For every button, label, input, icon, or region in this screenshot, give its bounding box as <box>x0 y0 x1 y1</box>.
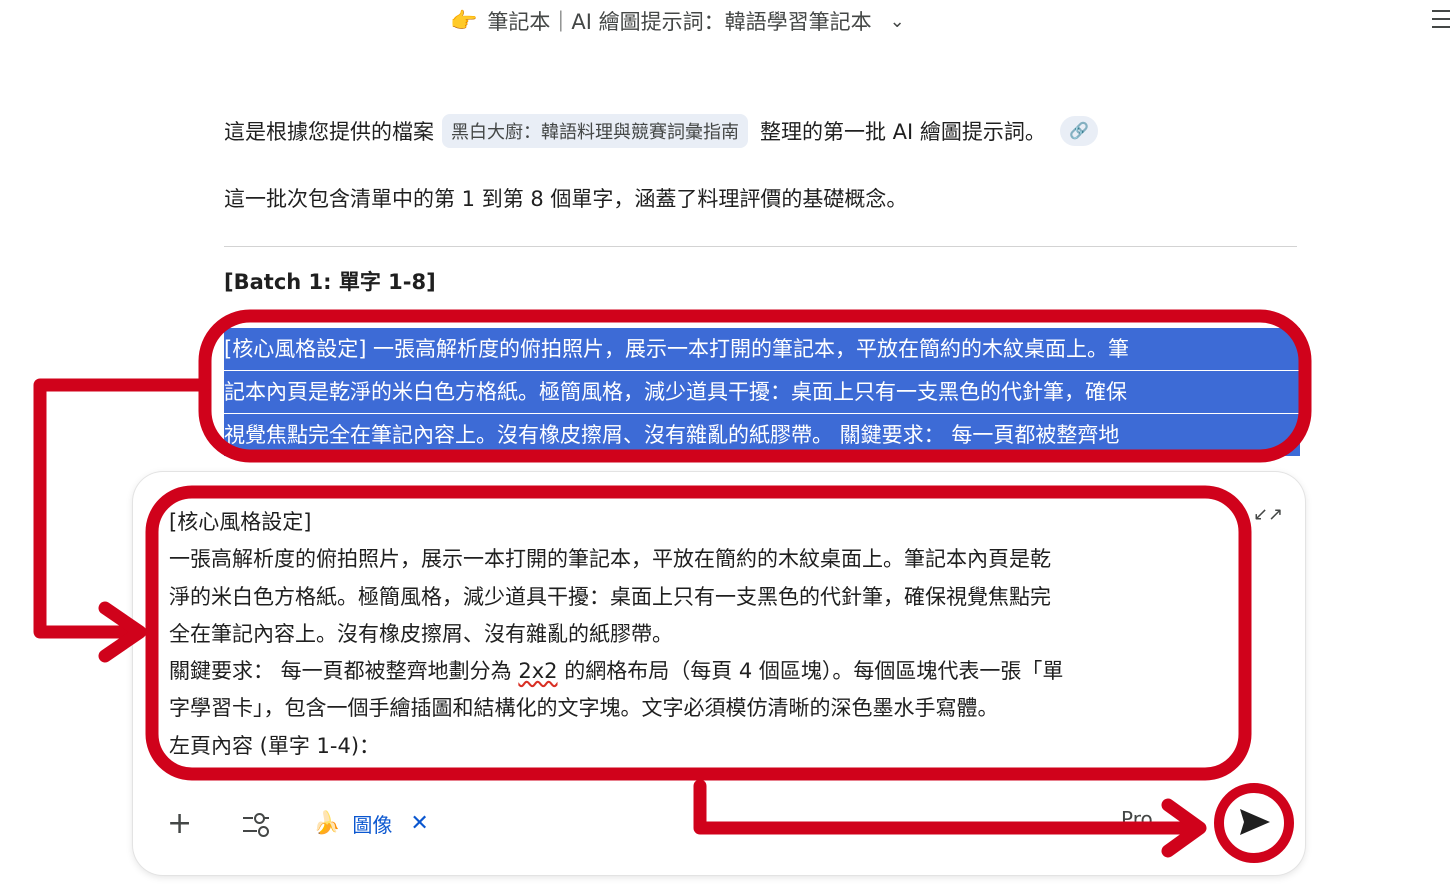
intro-text-after: 整理的第一批 AI 繪圖提示詞。 <box>760 120 1046 144</box>
source-file-chip[interactable]: 黑白大廚：韓語料理與競賽詞彙指南 <box>442 114 748 148</box>
response-line-2: 這一批次包含清單中的第 1 到第 8 個單字，涵蓋了料理評價的基礎概念。 <box>224 187 908 211</box>
pointing-hand-icon: 👉 <box>450 8 478 34</box>
menu-icon[interactable] <box>1428 6 1450 32</box>
divider <box>224 246 1297 247</box>
tools-icon[interactable] <box>243 811 269 837</box>
response-intro: 這是根據您提供的檔案 黑白大廚：韓語料理與競賽詞彙指南 整理的第一批 AI 繪圖… <box>224 114 1098 148</box>
collapse-icon[interactable]: ↙↗ <box>1253 504 1283 525</box>
batch-heading: [Batch 1: 單字 1-8] <box>224 270 436 294</box>
prompt-line: 一張高解析度的俯拍照片，展示一本打開的筆記本，平放在簡約的木紋桌面上。筆記本內頁… <box>169 547 1051 572</box>
selected-line: 視覺焦點完全在筆記內容上。沒有橡皮擦屑、沒有雜亂的紙膠帶。 關鍵要求： 每一頁都… <box>224 414 1300 456</box>
notebook-title: 筆記本｜AI 繪圖提示詞：韓語學習筆記本 <box>487 10 872 34</box>
banana-icon: 🍌 <box>313 811 341 836</box>
prompt-line: 淨的米白色方格紙。極簡風格，減少道具干擾：桌面上只有一支黑色的代針筆，確保視覺焦… <box>169 584 1051 609</box>
add-button[interactable]: + <box>167 806 197 841</box>
top-header: 👉 筆記本｜AI 繪圖提示詞：韓語學習筆記本 ⌄ <box>0 0 1450 44</box>
image-tool-chip[interactable]: 🍌 圖像 ✕ <box>313 809 429 838</box>
close-icon[interactable]: ✕ <box>410 811 428 836</box>
prompt-line-part: 關鍵要求： 每一頁都被整齊地劃分為 <box>169 659 519 684</box>
prompt-line: 關鍵要求： 每一頁都被整齊地劃分為 2x2 的網格布局（每頁 4 個區塊）。每個… <box>169 653 1229 690</box>
prompt-line: 全在筆記內容上。沒有橡皮擦屑、沒有雜亂的紙膠帶。 <box>169 621 673 646</box>
notebook-title-button[interactable]: 👉 筆記本｜AI 繪圖提示詞：韓語學習筆記本 ⌄ <box>450 6 905 36</box>
model-selector[interactable]: Pro <box>1121 807 1153 831</box>
prompt-line-part: 的網格布局（每頁 4 個區塊）。每個區塊代表一張「單 <box>557 659 1064 684</box>
prompt-line: 左頁內容 (單字 1-4)： <box>169 733 381 758</box>
image-tool-label: 圖像 <box>352 813 393 837</box>
selected-prompt-text[interactable]: [核心風格設定] 一張高解析度的俯拍照片，展示一本打開的筆記本，平放在簡約的木紋… <box>224 328 1300 473</box>
selected-line: [核心風格設定] 一張高解析度的俯拍照片，展示一本打開的筆記本，平放在簡約的木紋… <box>224 328 1300 370</box>
prompt-input[interactable]: [核心風格設定] 一張高解析度的俯拍照片，展示一本打開的筆記本，平放在簡約的木紋… <box>169 504 1229 765</box>
send-icon <box>1240 809 1270 835</box>
prompt-input-box[interactable]: ↙↗ [核心風格設定] 一張高解析度的俯拍照片，展示一本打開的筆記本，平放在簡約… <box>133 472 1305 875</box>
intro-text-before: 這是根據您提供的檔案 <box>224 120 434 144</box>
selected-line: 記本內頁是乾淨的米白色方格紙。極簡風格，減少道具干擾：桌面上只有一支黑色的代針筆… <box>224 371 1300 413</box>
prompt-line: [核心風格設定] <box>169 510 312 534</box>
input-toolbar: + 🍌 圖像 ✕ <box>167 806 429 841</box>
send-button[interactable] <box>1233 800 1277 844</box>
prompt-line: 字學習卡」，包含一個手繪插圖和結構化的文字塊。文字必須模仿清晰的深色墨水手寫體。 <box>169 696 999 721</box>
chevron-down-icon[interactable]: ⌄ <box>890 11 905 32</box>
link-icon[interactable]: 🔗 <box>1059 116 1098 146</box>
spellcheck-mark: 2x2 <box>518 659 558 684</box>
